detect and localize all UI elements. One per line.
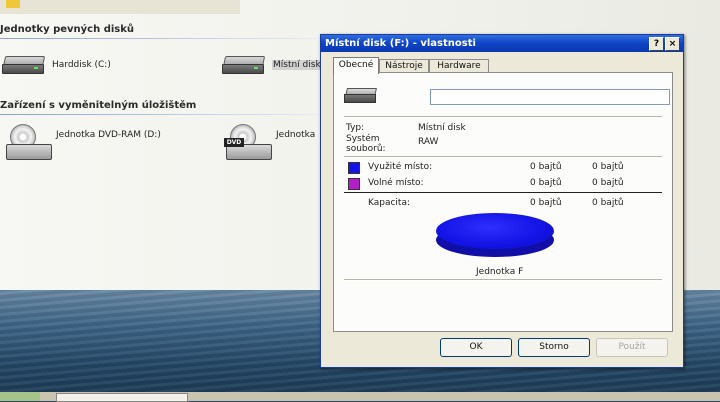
ok-button[interactable]: OK bbox=[440, 338, 512, 357]
dvd-tag: DVD bbox=[224, 138, 244, 147]
drive-item-d[interactable]: Jednotka DVD-RAM (D:) bbox=[6, 124, 161, 162]
free-space-bytes: 0 bajtů bbox=[530, 178, 562, 188]
apply-button[interactable]: Použít bbox=[596, 338, 668, 357]
tab-tools[interactable]: Nástroje bbox=[379, 59, 429, 73]
capacity-label: Kapacita: bbox=[368, 198, 411, 208]
general-tab-panel: Typ: Místní disk Systém souborů: RAW Vyu… bbox=[333, 72, 673, 332]
dvd-drive-icon: DVD bbox=[224, 124, 272, 162]
cancel-button[interactable]: Storno bbox=[518, 338, 590, 357]
drive-label: Jednotka DVD-RAM (D:) bbox=[56, 130, 161, 140]
drive-item-c[interactable]: Harddisk (C:) bbox=[2, 56, 111, 74]
section-divider bbox=[0, 38, 320, 39]
hdd-icon bbox=[222, 56, 266, 74]
separator bbox=[344, 279, 662, 281]
drive-item-dvd[interactable]: DVD Jednotka bbox=[224, 124, 316, 162]
filesystem-label: Systém souborů: bbox=[346, 134, 386, 154]
used-space-bytes: 0 bajtů bbox=[530, 162, 562, 172]
capacity-size: 0 bajtů bbox=[592, 198, 624, 208]
section-divider bbox=[0, 114, 320, 115]
filesystem-value: RAW bbox=[418, 137, 439, 147]
drive-label: Jednotka bbox=[276, 130, 316, 140]
hdd-icon bbox=[2, 56, 46, 74]
free-space-swatch bbox=[348, 178, 360, 190]
type-value: Místní disk bbox=[418, 123, 466, 133]
cd-drive-icon bbox=[6, 124, 52, 162]
help-button[interactable]: ? bbox=[649, 37, 664, 51]
separator bbox=[344, 156, 662, 158]
taskbar bbox=[0, 392, 720, 402]
capacity-bytes: 0 bajtů bbox=[530, 198, 562, 208]
explorer-top-bar bbox=[0, 0, 240, 14]
separator-dark bbox=[344, 192, 662, 193]
drive-label: Místní disk bbox=[272, 60, 322, 70]
drive-item-f[interactable]: Místní disk bbox=[222, 56, 322, 74]
close-button[interactable]: × bbox=[665, 37, 680, 51]
hdd-icon bbox=[344, 88, 378, 104]
folder-icon bbox=[6, 0, 20, 8]
type-label: Typ: bbox=[346, 123, 365, 133]
section-title-removable: Zařízení s vyměnitelným úložištěm bbox=[0, 100, 197, 111]
section-title-hard-disks: Jednotky pevných disků bbox=[0, 24, 135, 35]
used-space-label: Využité místo: bbox=[368, 162, 433, 172]
dialog-title: Místní disk (F:) - vlastnosti bbox=[325, 38, 476, 49]
start-button[interactable] bbox=[0, 392, 40, 401]
dialog-titlebar[interactable]: Místní disk (F:) - vlastnosti ? × bbox=[321, 35, 683, 52]
drive-label: Harddisk (C:) bbox=[52, 60, 111, 70]
separator bbox=[344, 116, 662, 118]
free-space-size: 0 bajtů bbox=[592, 178, 624, 188]
properties-dialog: Místní disk (F:) - vlastnosti ? × Obecné… bbox=[320, 34, 684, 368]
volume-name-input[interactable] bbox=[430, 89, 670, 105]
tab-general[interactable]: Obecné bbox=[333, 57, 379, 74]
used-space-size: 0 bajtů bbox=[592, 162, 624, 172]
disk-usage-pie-chart bbox=[436, 213, 554, 257]
drive-caption: Jednotka F bbox=[476, 267, 524, 277]
tab-hardware[interactable]: Hardware bbox=[429, 59, 489, 73]
free-space-label: Volné místo: bbox=[368, 178, 424, 188]
used-space-swatch bbox=[348, 162, 360, 174]
